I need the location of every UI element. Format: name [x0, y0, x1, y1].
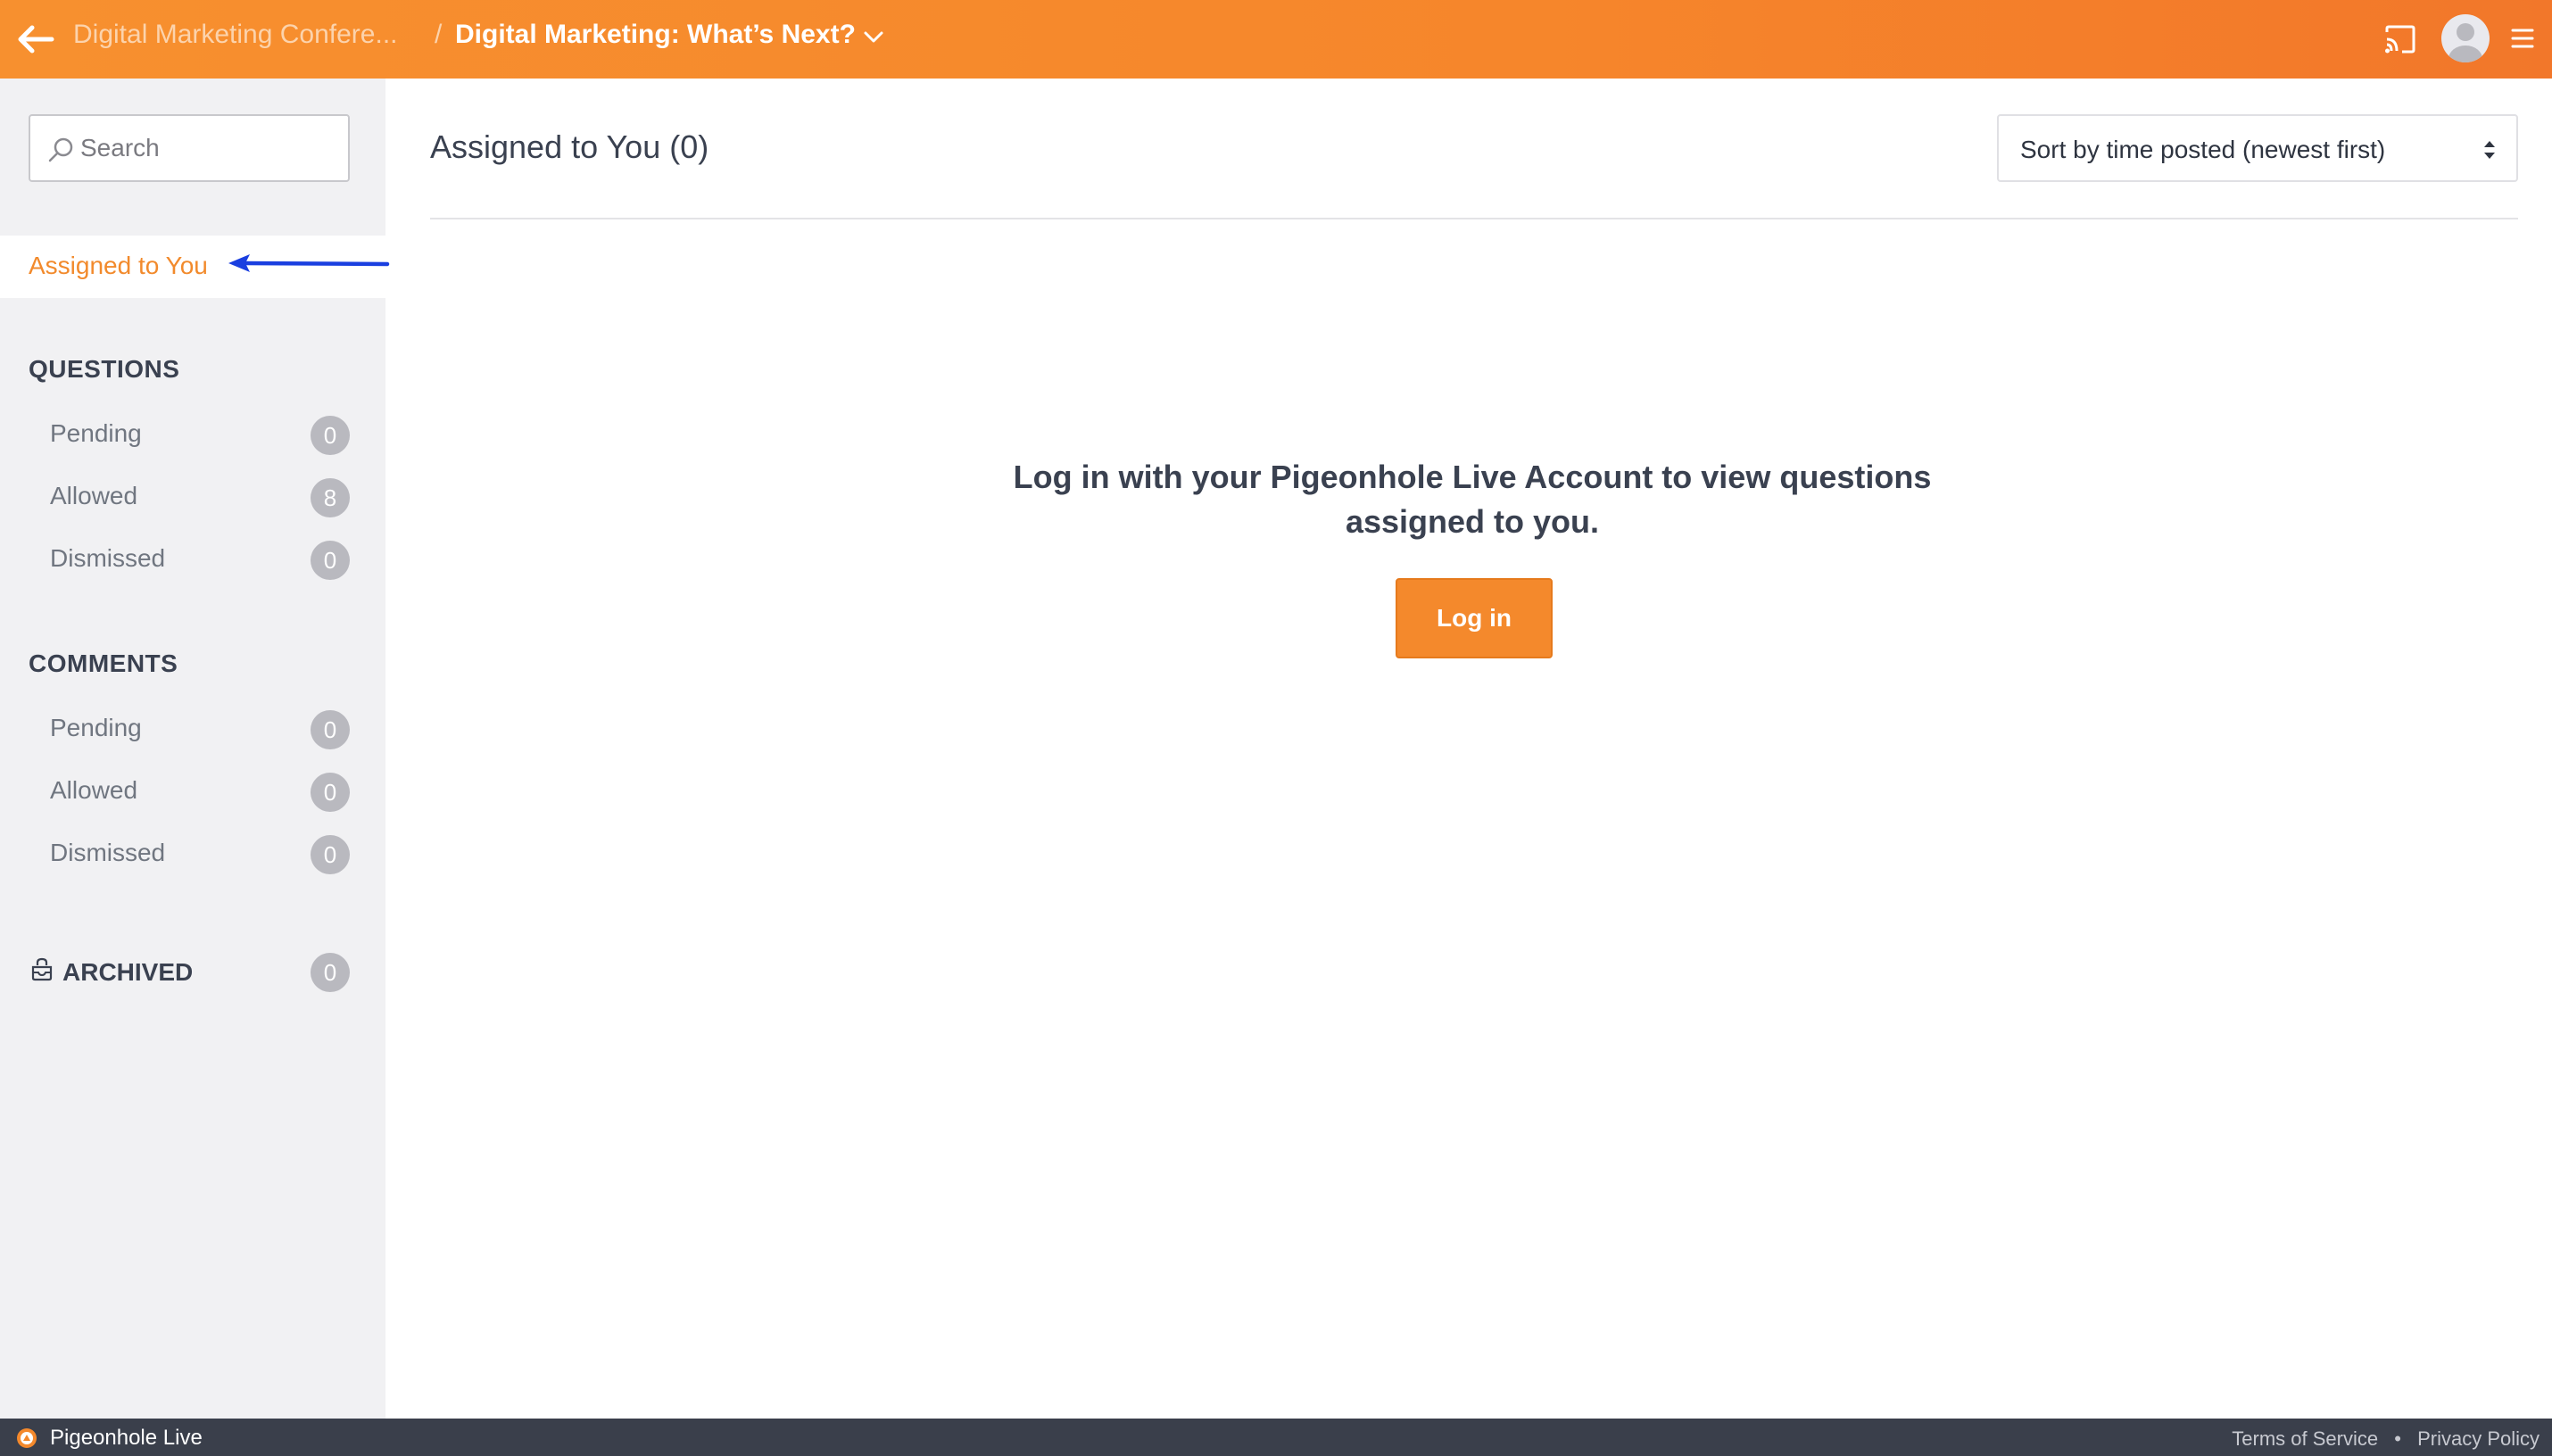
- breadcrumb-current[interactable]: Digital Marketing: What’s Next?: [455, 20, 856, 50]
- count-badge: 0: [311, 953, 350, 992]
- sort-arrows-icon: [2481, 137, 2498, 162]
- sidebar-item-label: Dismissed: [50, 839, 166, 866]
- top-header-bar: Digital Marketing Confere... / Digital M…: [0, 0, 2552, 79]
- header-divider: [430, 218, 2518, 219]
- breadcrumb-parent[interactable]: Digital Marketing Confere...: [73, 20, 398, 50]
- login-button[interactable]: Log in: [1396, 578, 1553, 658]
- questions-heading: QUESTIONS: [29, 355, 180, 383]
- page-title: Assigned to You (0): [430, 128, 709, 165]
- count-badge: 0: [311, 541, 350, 580]
- count-badge: 0: [311, 773, 350, 812]
- sidebar-item-archived[interactable]: ARCHIVED 0: [0, 946, 385, 999]
- sidebar-item-comments-dismissed[interactable]: Dismissed 0: [0, 828, 385, 881]
- search-box[interactable]: [29, 114, 350, 182]
- terms-of-service-link[interactable]: Terms of Service: [2232, 1427, 2378, 1450]
- search-input[interactable]: [80, 118, 339, 178]
- sidebar-item-label: Pending: [50, 714, 142, 741]
- comments-heading: COMMENTS: [29, 649, 178, 677]
- breadcrumb-separator: /: [435, 20, 443, 49]
- pigeonhole-logo-icon: [16, 1427, 37, 1449]
- sidebar-item-questions-allowed[interactable]: Allowed 8: [0, 471, 385, 525]
- sidebar-item-label: Pending: [50, 419, 142, 447]
- count-badge: 0: [311, 710, 350, 749]
- privacy-policy-link[interactable]: Privacy Policy: [2417, 1427, 2540, 1450]
- sidebar-item-questions-pending[interactable]: Pending 0: [0, 409, 385, 462]
- user-avatar-icon[interactable]: [2441, 14, 2490, 62]
- count-badge: 8: [311, 478, 350, 517]
- sidebar-item-label: Dismissed: [50, 544, 166, 572]
- footer-bullet: •: [2394, 1427, 2401, 1450]
- login-prompt-message: Log in with your Pigeonhole Live Account…: [1013, 459, 1932, 540]
- sidebar-item-questions-dismissed[interactable]: Dismissed 0: [0, 534, 385, 587]
- sidebar-item-label: Assigned to You: [29, 252, 208, 279]
- back-arrow-icon[interactable]: [14, 18, 57, 61]
- sidebar-item-label: Allowed: [50, 482, 138, 509]
- cast-icon[interactable]: [2382, 21, 2418, 57]
- sidebar-item-label: ARCHIVED: [62, 958, 194, 986]
- sort-selected-value: Sort by time posted (newest first): [2020, 136, 2386, 163]
- annotation-arrow-icon: [228, 254, 390, 272]
- sidebar-item-comments-pending[interactable]: Pending 0: [0, 703, 385, 757]
- hamburger-menu-icon[interactable]: [2509, 25, 2536, 52]
- footer-brand[interactable]: Pigeonhole Live: [50, 1426, 203, 1451]
- archive-icon: [30, 956, 54, 983]
- footer: Pigeonhole Live Terms of Service • Priva…: [0, 1419, 2552, 1456]
- sort-dropdown[interactable]: Sort by time posted (newest first): [1997, 114, 2518, 182]
- count-badge: 0: [311, 835, 350, 874]
- sidebar-item-comments-allowed[interactable]: Allowed 0: [0, 765, 385, 819]
- chevron-down-icon[interactable]: [862, 25, 885, 48]
- footer-links: Terms of Service • Privacy Policy: [2226, 1427, 2545, 1451]
- search-icon: [46, 136, 75, 164]
- count-badge: 0: [311, 416, 350, 455]
- sidebar-item-label: Allowed: [50, 776, 138, 804]
